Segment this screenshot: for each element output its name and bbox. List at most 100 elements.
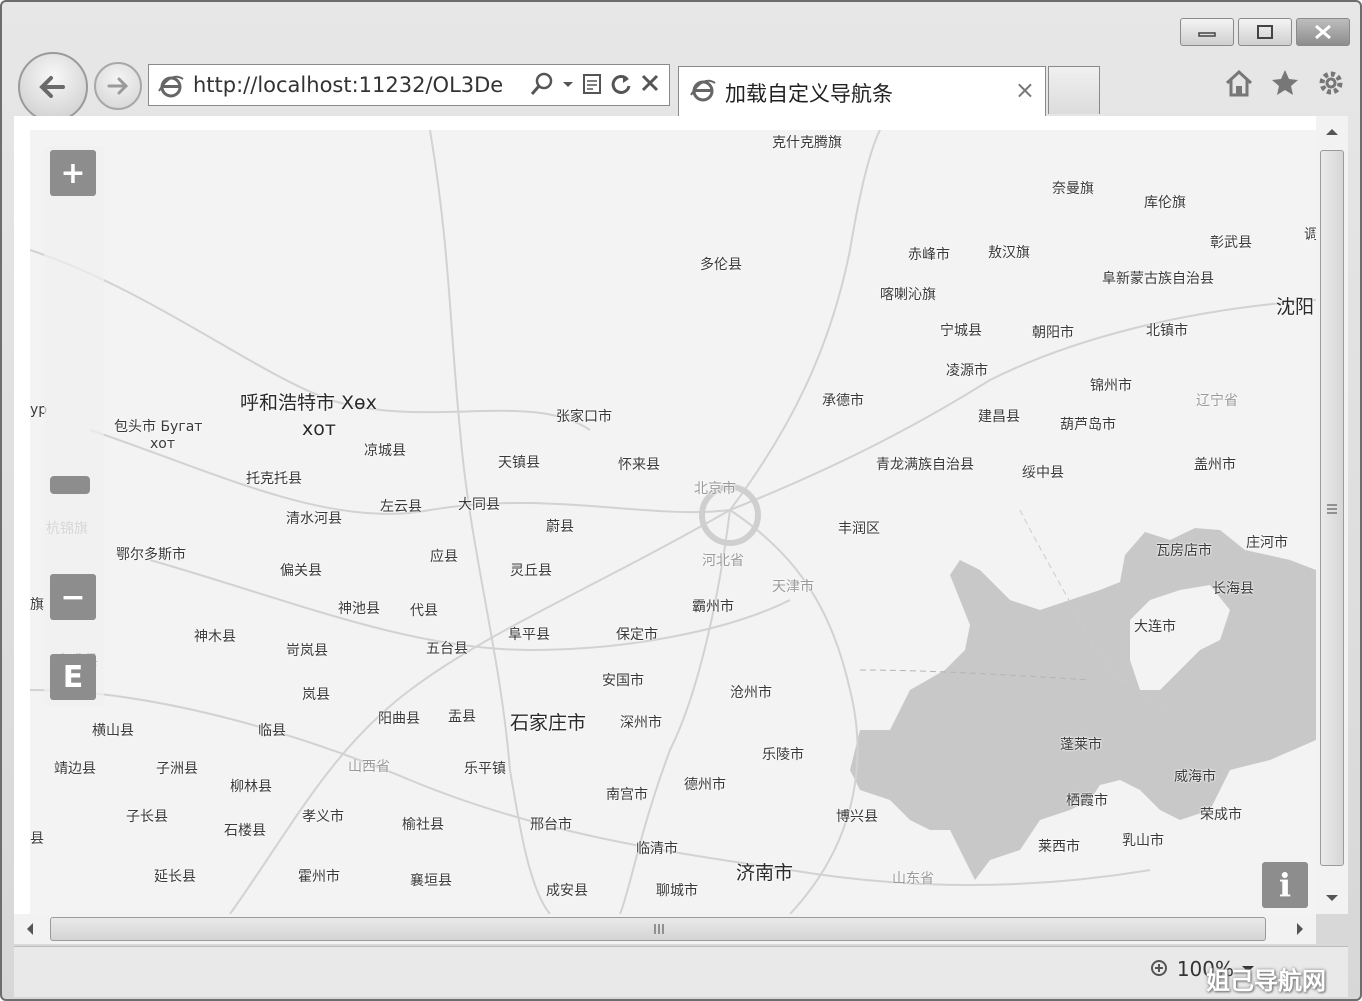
close-icon: [1315, 24, 1331, 40]
map-place-label: 旗: [30, 597, 44, 613]
favorites-star-icon[interactable]: [1270, 68, 1300, 98]
map-place-label: 天镇县: [498, 455, 540, 471]
map-place-label: 博兴县: [836, 809, 878, 825]
map-place-label: 延长县: [154, 869, 196, 885]
map-place-label: 瓦房店市: [1156, 543, 1212, 559]
map-place-label: 托克托县: [246, 471, 302, 487]
map-place-label: 辽宁省: [1196, 393, 1238, 409]
zoom-to-extent-button[interactable]: E: [50, 654, 96, 700]
minimize-button[interactable]: [1180, 18, 1234, 46]
map-place-label: 大同县: [458, 497, 500, 513]
refresh-icon[interactable]: [609, 71, 633, 97]
map-viewport[interactable]: 克什克腾旗奈曼旗库伦旗彰武县 调兵多伦县 赤峰市 敖汉旗阜新蒙古族自治县喀喇沁旗沈阳宁…: [30, 130, 1316, 914]
map-place-label: 奈曼旗: [1052, 181, 1094, 197]
map-place-label: 岚县: [302, 687, 330, 703]
map-place-label: 丰润区: [838, 521, 880, 537]
map-place-label: 鄂尔多斯市: [116, 547, 186, 563]
new-tab-button[interactable]: [1048, 66, 1100, 114]
map-place-label: 县: [30, 831, 44, 847]
map-place-label: 绥中县: [1022, 465, 1064, 481]
tab-close-button[interactable]: ×: [1015, 76, 1035, 104]
map-place-label: 张家口市: [556, 409, 612, 425]
map-place-label: 长海县: [1212, 581, 1254, 597]
map-place-label: 怀来县: [618, 457, 660, 473]
map-place-label: 多伦县: [700, 257, 742, 273]
map-place-label: 霸州市: [692, 599, 734, 615]
zoom-in-button[interactable]: +: [50, 150, 96, 196]
scroll-up-icon[interactable]: [1316, 122, 1348, 142]
zoom-slider-track[interactable]: [44, 146, 104, 706]
stop-icon[interactable]: [639, 71, 661, 97]
map-place-label: 聊城市: [656, 883, 698, 899]
page-content: 克什克腾旗奈曼旗库伦旗彰武县 调兵多伦县 赤峰市 敖汉旗阜新蒙古族自治县喀喇沁旗沈阳宁…: [14, 116, 1316, 914]
url-input[interactable]: [193, 71, 513, 99]
vertical-scrollbar[interactable]: [1316, 116, 1348, 914]
map-place-label: 威海市: [1174, 769, 1216, 785]
map-place-label: 横山县: [92, 723, 134, 739]
map-place-label: 调兵: [1304, 227, 1316, 243]
map-place-label: 盂县: [448, 709, 476, 725]
map-place-label: хот: [302, 418, 336, 440]
map-place-label: 靖边县: [54, 761, 96, 777]
vertical-scroll-thumb[interactable]: [1320, 150, 1344, 866]
home-icon[interactable]: [1224, 68, 1254, 98]
close-window-button[interactable]: [1296, 18, 1350, 46]
map-place-label: 榆社县: [402, 817, 444, 833]
maximize-button[interactable]: [1238, 18, 1292, 46]
search-icon[interactable]: [529, 71, 555, 97]
scroll-down-icon[interactable]: [1316, 888, 1348, 908]
address-tools: [529, 71, 661, 97]
map-place-label: 宁城县: [940, 323, 982, 339]
gear-icon[interactable]: [1316, 68, 1346, 98]
compatibility-view-icon[interactable]: [581, 71, 603, 97]
forward-button[interactable]: [94, 62, 142, 110]
zoom-out-button[interactable]: −: [50, 574, 96, 620]
map-place-label: 孝义市: [302, 809, 344, 825]
zoom-icon: [1150, 960, 1167, 976]
map-place-label: 左云县: [380, 499, 422, 515]
attribution-info-button[interactable]: i: [1262, 862, 1308, 908]
map-place-label: 神池县: [338, 601, 380, 617]
map-place-label: 阳曲县: [378, 711, 420, 727]
navigation-bar: 加载自定义导航条 ×: [2, 52, 1360, 122]
ie-logo-icon: [690, 79, 716, 102]
chevron-down-icon[interactable]: [561, 71, 575, 97]
zoom-slider-thumb[interactable]: [50, 476, 90, 494]
scroll-left-icon[interactable]: [20, 914, 40, 944]
browser-toolbar: [1224, 68, 1346, 98]
map-place-label: 赤峰市: [908, 247, 950, 263]
map-place-label: 山东省: [892, 871, 934, 887]
map-place-label: 蓬莱市: [1060, 737, 1102, 753]
map-place-label: 锦州市: [1090, 378, 1132, 394]
minimize-icon: [1198, 32, 1216, 37]
back-button[interactable]: [18, 52, 88, 122]
scroll-right-icon[interactable]: [1290, 914, 1310, 944]
map-place-label: 临清市: [636, 841, 678, 857]
map-place-label: 克什克腾旗: [772, 135, 842, 151]
map-place-label: 呼和浩特市 Хөх: [240, 392, 377, 414]
map-place-label: 青龙满族自治县: [876, 457, 974, 473]
map-place-label: 成安县: [546, 883, 588, 899]
map-place-label: 承德市: [822, 393, 864, 409]
map-place-label: 朝阳市: [1032, 325, 1074, 341]
map-place-label: 石家庄市: [510, 712, 587, 734]
map-place-label: 荣成市: [1200, 807, 1242, 823]
map-place-label: 凌源市: [946, 363, 988, 379]
tab-active[interactable]: 加载自定义导航条 ×: [678, 66, 1046, 116]
map-place-label: 盖州市: [1194, 457, 1236, 473]
horizontal-scroll-thumb[interactable]: [50, 917, 1266, 941]
grip-icon: [654, 924, 664, 934]
map-place-label: 沈阳: [1276, 296, 1315, 318]
map-place-label: хот: [150, 436, 176, 452]
map-place-label: 北镇市: [1146, 323, 1188, 339]
horizontal-scrollbar[interactable]: [14, 914, 1316, 944]
map-place-label: 莱西市: [1038, 839, 1080, 855]
address-bar: [148, 64, 670, 106]
map-place-label: 济南市: [736, 862, 794, 884]
map-place-label: 南宫市: [606, 787, 648, 803]
map-place-label: 凉城县: [364, 443, 406, 459]
map-place-label: 阜平县: [508, 627, 550, 643]
forward-arrow-icon: [107, 77, 129, 95]
map-place-label: 德州市: [684, 777, 726, 793]
map-place-label: 天津市: [772, 579, 814, 595]
